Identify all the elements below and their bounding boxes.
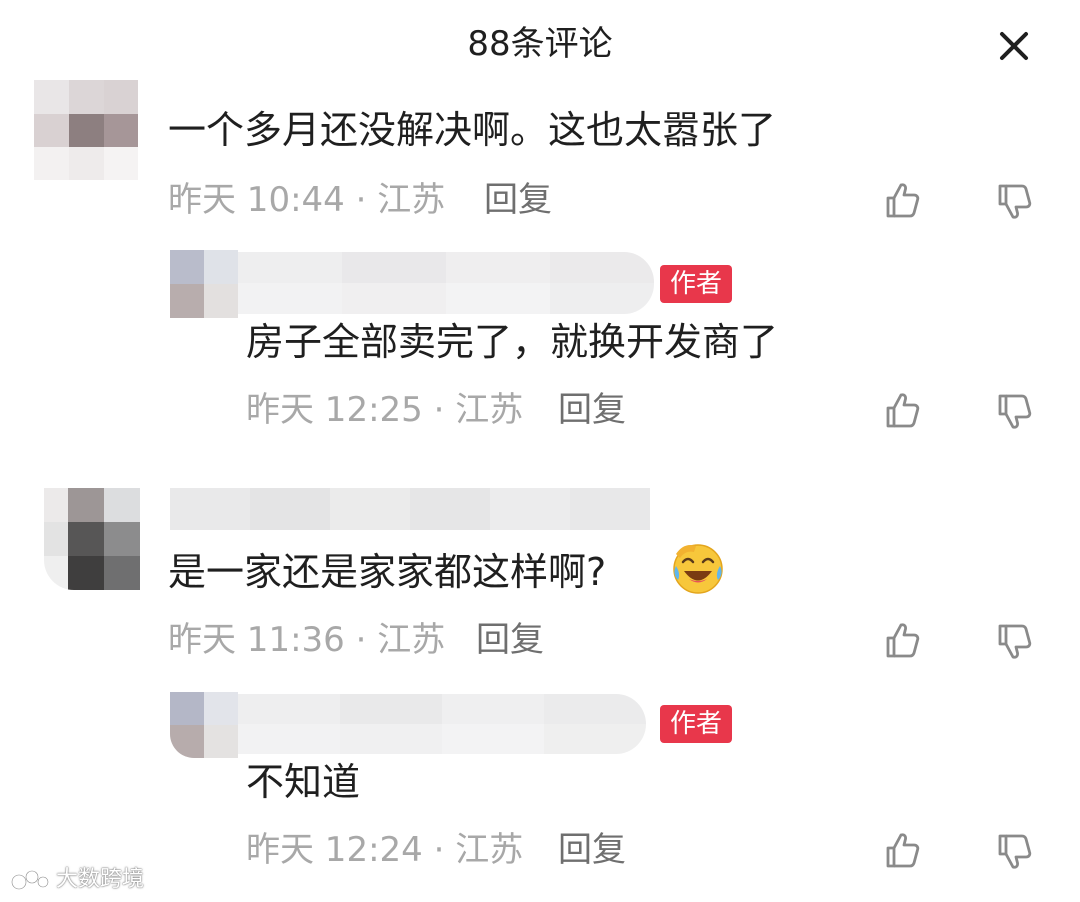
comment-text: 一个多月还没解决啊。这也太嚣张了	[168, 108, 777, 152]
like-button[interactable]	[880, 618, 924, 662]
dislike-button[interactable]	[992, 390, 1036, 434]
comment-text: 是一家还是家家都这样啊?	[168, 550, 607, 594]
reply-username-blurred[interactable]	[238, 252, 654, 314]
reply-button[interactable]: 回复	[476, 618, 544, 662]
thumbs-up-icon	[886, 623, 920, 658]
avatar[interactable]	[44, 488, 140, 590]
dislike-button[interactable]	[992, 180, 1036, 224]
username-blurred[interactable]	[170, 488, 650, 530]
thumbs-down-icon	[998, 394, 1032, 429]
watermark-text: 大数跨境	[56, 867, 145, 892]
watermark: 大数跨境	[10, 862, 144, 898]
reply-button[interactable]: 回复	[558, 388, 626, 432]
dislike-button[interactable]	[992, 830, 1036, 874]
reply-button[interactable]: 回复	[484, 178, 552, 222]
reply-avatar[interactable]	[170, 250, 238, 318]
comment-count-title: 88条评论	[467, 24, 613, 64]
thumbs-down-icon	[998, 184, 1032, 219]
watermark-logo-icon	[10, 869, 50, 891]
close-icon	[1000, 32, 1028, 60]
laughing-crying-emoji	[673, 544, 723, 594]
comment-meta: 昨天 10:44 · 江苏	[168, 180, 446, 220]
author-badge: 作者	[660, 265, 733, 303]
close-button[interactable]	[990, 24, 1038, 68]
reply-username-blurred[interactable]	[238, 694, 646, 754]
like-button[interactable]	[880, 178, 924, 222]
comments-header: 88条评论	[0, 0, 1080, 90]
comment-meta: 昨天 11:36 · 江苏	[168, 620, 446, 660]
thumbs-down-icon	[998, 624, 1032, 659]
reply-meta: 昨天 12:24 · 江苏	[246, 830, 524, 870]
reply-text: 房子全部卖完了，就换开发商了	[246, 320, 779, 364]
dislike-button[interactable]	[992, 620, 1036, 664]
author-badge: 作者	[660, 705, 733, 743]
thumbs-up-icon	[886, 833, 920, 868]
reply-avatar[interactable]	[170, 692, 238, 758]
avatar[interactable]	[34, 80, 138, 180]
reply-text: 不知道	[246, 760, 361, 804]
reply-meta: 昨天 12:25 · 江苏	[246, 390, 524, 430]
thumbs-up-icon	[886, 393, 920, 428]
like-button[interactable]	[880, 828, 924, 872]
like-button[interactable]	[880, 388, 924, 432]
reply-button[interactable]: 回复	[558, 828, 626, 872]
thumbs-down-icon	[998, 834, 1032, 869]
thumbs-up-icon	[886, 183, 920, 218]
